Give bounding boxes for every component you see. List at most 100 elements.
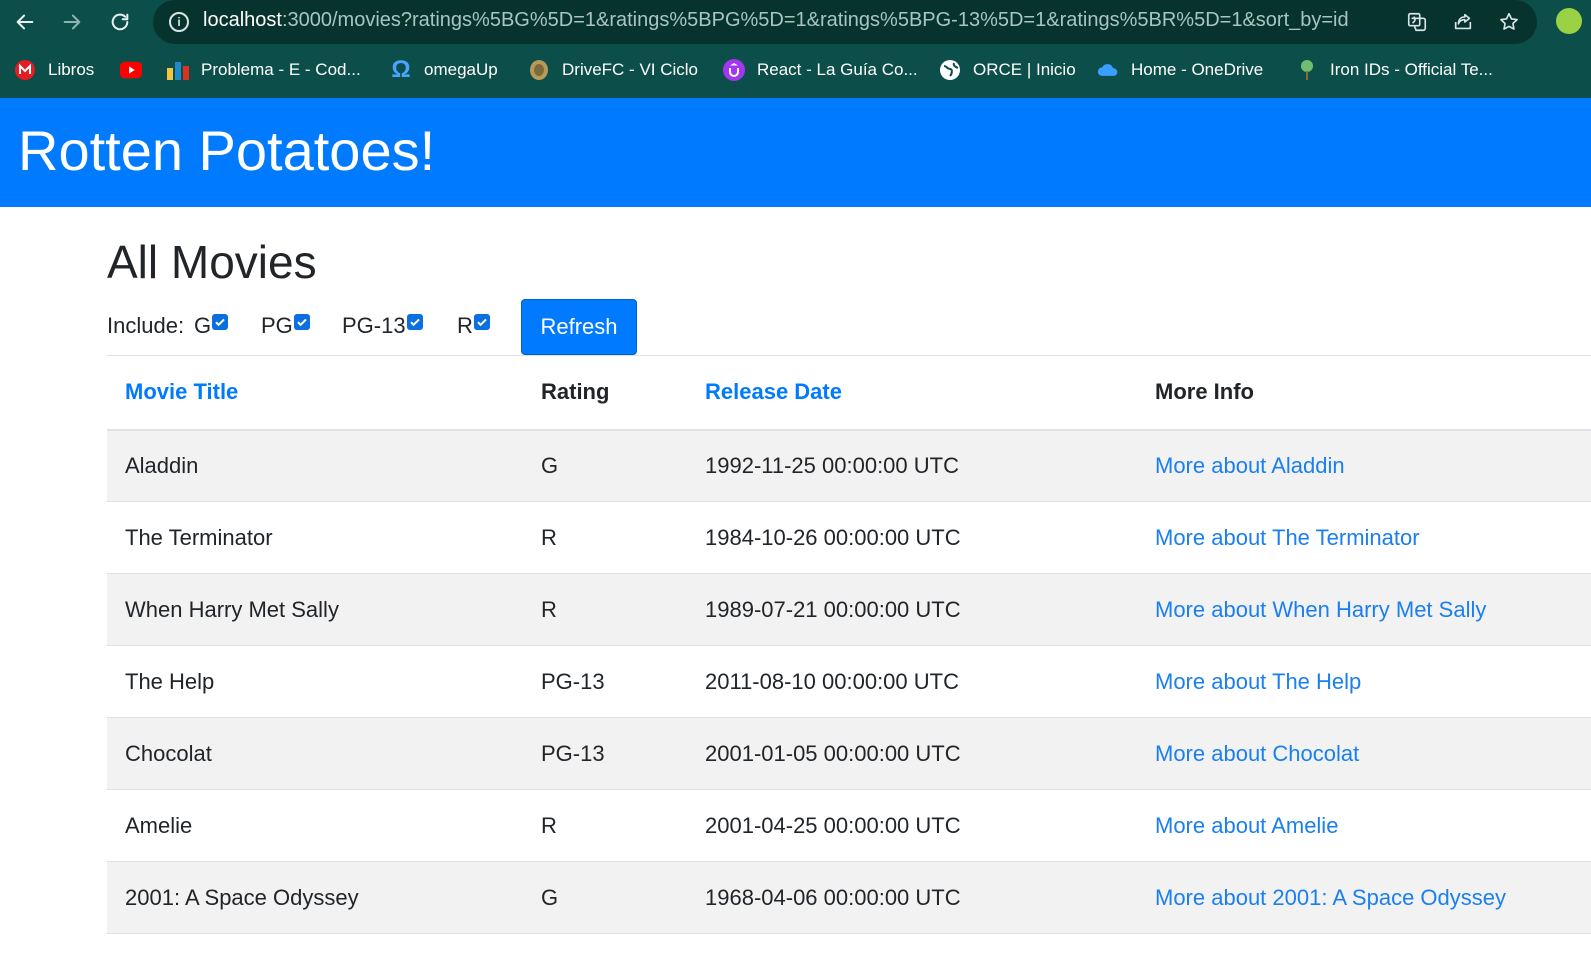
rating-label: PG bbox=[261, 313, 293, 338]
table-header: Movie Title Rating Release Date More Inf… bbox=[107, 355, 1591, 430]
site-header: Rotten Potatoes! bbox=[0, 98, 1591, 207]
more-info-link[interactable]: More about Aladdin bbox=[1155, 453, 1345, 478]
bookmark-codeforces[interactable]: Problema - E - Cod... bbox=[167, 59, 361, 81]
site-info-icon[interactable]: i bbox=[169, 12, 189, 32]
bookmark-orce[interactable]: ORCE | Inicio bbox=[939, 59, 1076, 81]
url-path: :3000/movies?ratings%5BG%5D=1&ratings%5B… bbox=[281, 9, 1349, 31]
arrow-left-icon bbox=[16, 14, 34, 30]
more-info-link[interactable]: More about The Terminator bbox=[1155, 525, 1420, 550]
more-info-link[interactable]: More about 2001: A Space Odyssey bbox=[1155, 885, 1506, 910]
bookmark-ironids[interactable]: Iron IDs - Official Te... bbox=[1296, 59, 1493, 81]
table-row: The Help PG-13 2011-08-10 00:00:00 UTC M… bbox=[107, 646, 1591, 718]
more-info-link[interactable]: More about Chocolat bbox=[1155, 741, 1359, 766]
share-icon[interactable] bbox=[1449, 8, 1477, 36]
refresh-button[interactable]: Refresh bbox=[521, 299, 637, 355]
movie-more-cell: More about Chocolat bbox=[1137, 718, 1591, 790]
url-host: localhost bbox=[203, 9, 282, 31]
movie-title-cell: The Terminator bbox=[125, 524, 273, 550]
bookmark-label: DriveFC - VI Ciclo bbox=[562, 60, 699, 79]
address-bar[interactable]: i localhost:3000/movies?ratings%5BG%5D=1… bbox=[153, 0, 1537, 44]
checkbox-checked-icon[interactable] bbox=[406, 314, 423, 330]
more-info-link[interactable]: More about When Harry Met Sally bbox=[1155, 597, 1486, 622]
header-release-date: Release Date bbox=[687, 356, 1137, 430]
table-body: Aladdin G 1992-11-25 00:00:00 UTC More a… bbox=[107, 429, 1591, 934]
rating-checkbox-g[interactable]: G bbox=[194, 313, 229, 339]
bookmarks-bar: Libros Problema - E - Cod... Ω omegaUp D… bbox=[0, 44, 1591, 98]
checkbox-checked-icon[interactable] bbox=[212, 314, 229, 330]
table-row: Amelie R 2001-04-25 00:00:00 UTC More ab… bbox=[107, 790, 1591, 862]
reload-button[interactable] bbox=[104, 6, 136, 38]
bookmark-omegaup[interactable]: Ω omegaUp bbox=[390, 56, 498, 83]
forward-button[interactable] bbox=[56, 6, 88, 38]
reload-icon bbox=[111, 13, 129, 31]
movie-rating-cell: G bbox=[541, 884, 559, 910]
url-text[interactable]: localhost:3000/movies?ratings%5BG%5D=1&r… bbox=[203, 9, 1349, 32]
movie-more-cell: More about When Harry Met Sally bbox=[1137, 574, 1591, 646]
bookmark-drivefc[interactable]: DriveFC - VI Ciclo bbox=[528, 59, 698, 81]
youtube-icon bbox=[120, 59, 142, 81]
bookmark-star-icon[interactable] bbox=[1495, 8, 1523, 36]
movie-title-cell: The Help bbox=[125, 668, 215, 694]
movie-title-cell: Aladdin bbox=[125, 452, 199, 478]
header-rating: Rating bbox=[541, 379, 610, 405]
sort-by-release-date-link[interactable]: Release Date bbox=[705, 379, 842, 404]
bookmark-label: Iron IDs - Official Te... bbox=[1330, 60, 1493, 79]
table-header-row: Movie Title Rating Release Date More Inf… bbox=[107, 355, 1591, 430]
movies-table: Movie Title Rating Release Date More Inf… bbox=[107, 355, 1591, 934]
bookmark-react[interactable]: React - La Guía Co... bbox=[723, 59, 918, 81]
movie-more-cell: More about 2001: A Space Odyssey bbox=[1137, 862, 1591, 934]
more-info-link[interactable]: More about The Help bbox=[1155, 669, 1361, 694]
arrow-right-icon bbox=[63, 14, 81, 30]
browser-chrome: i localhost:3000/movies?ratings%5BG%5D=1… bbox=[0, 0, 1591, 98]
movie-rating-cell: PG-13 bbox=[541, 740, 605, 766]
movie-release-cell: 2001-01-05 00:00:00 UTC bbox=[705, 740, 961, 766]
table-row: Chocolat PG-13 2001-01-05 00:00:00 UTC M… bbox=[107, 717, 1591, 790]
site-title: Rotten Potatoes! bbox=[18, 119, 436, 182]
bookmark-youtube[interactable] bbox=[120, 59, 154, 81]
movie-rating-cell: R bbox=[541, 596, 557, 622]
table-row: Aladdin G 1992-11-25 00:00:00 UTC More a… bbox=[107, 429, 1591, 502]
checkbox-checked-icon[interactable] bbox=[293, 314, 310, 330]
bookmark-libros[interactable]: Libros bbox=[14, 59, 94, 81]
movie-release-cell: 2011-08-10 00:00:00 UTC bbox=[705, 668, 959, 694]
movie-title-cell: Chocolat bbox=[125, 740, 212, 766]
globe-icon bbox=[939, 59, 961, 81]
rating-checkbox-r[interactable]: R bbox=[457, 313, 490, 339]
codeforces-icon bbox=[167, 59, 189, 81]
translate-icon[interactable] bbox=[1403, 8, 1431, 36]
movie-rating-cell: R bbox=[541, 812, 557, 838]
more-info-link[interactable]: More about Amelie bbox=[1155, 813, 1338, 838]
movie-rating-cell: R bbox=[541, 524, 557, 550]
movie-more-cell: More about The Help bbox=[1137, 646, 1591, 718]
omega-icon: Ω bbox=[391, 56, 411, 83]
rating-label: R bbox=[457, 313, 473, 338]
rating-checkbox-pg[interactable]: PG bbox=[261, 313, 310, 339]
movie-release-cell: 1989-07-21 00:00:00 UTC bbox=[705, 596, 961, 622]
bookmark-label: Libros bbox=[48, 60, 95, 79]
tree-icon bbox=[1296, 59, 1318, 81]
ratings-filter-form: Include: G PG PG-13 R Refresh bbox=[107, 299, 1591, 355]
checkbox-checked-icon[interactable] bbox=[473, 314, 490, 330]
rating-checkbox-pg13[interactable]: PG-13 bbox=[342, 313, 423, 339]
bookmark-onedrive[interactable]: Home - OneDrive bbox=[1097, 59, 1263, 81]
profile-avatar[interactable] bbox=[1556, 8, 1582, 34]
udemy-icon bbox=[723, 59, 745, 81]
table-row: 2001: A Space Odyssey G 1968-04-06 00:00… bbox=[107, 861, 1591, 934]
sort-by-title-link[interactable]: Movie Title bbox=[125, 379, 238, 404]
back-button[interactable] bbox=[9, 6, 41, 38]
cloud-icon bbox=[1097, 59, 1119, 81]
bookmark-label: omegaUp bbox=[424, 60, 498, 79]
movie-rating-cell: G bbox=[541, 452, 559, 478]
browser-toolbar: i localhost:3000/movies?ratings%5BG%5D=1… bbox=[0, 0, 1591, 44]
movie-title-cell: When Harry Met Sally bbox=[125, 596, 339, 622]
include-label: Include: bbox=[107, 313, 185, 338]
movie-release-cell: 2001-04-25 00:00:00 UTC bbox=[705, 812, 961, 838]
rating-label: PG-13 bbox=[342, 313, 406, 338]
movie-more-cell: More about Amelie bbox=[1137, 790, 1591, 862]
movie-release-cell: 1984-10-26 00:00:00 UTC bbox=[705, 524, 961, 550]
header-more-info: More Info bbox=[1155, 379, 1254, 405]
movie-title-cell: 2001: A Space Odyssey bbox=[125, 884, 359, 910]
movie-release-cell: 1968-04-06 00:00:00 UTC bbox=[705, 884, 961, 910]
bookmark-label: ORCE | Inicio bbox=[973, 60, 1076, 79]
table-row: When Harry Met Sally R 1989-07-21 00:00:… bbox=[107, 573, 1591, 646]
